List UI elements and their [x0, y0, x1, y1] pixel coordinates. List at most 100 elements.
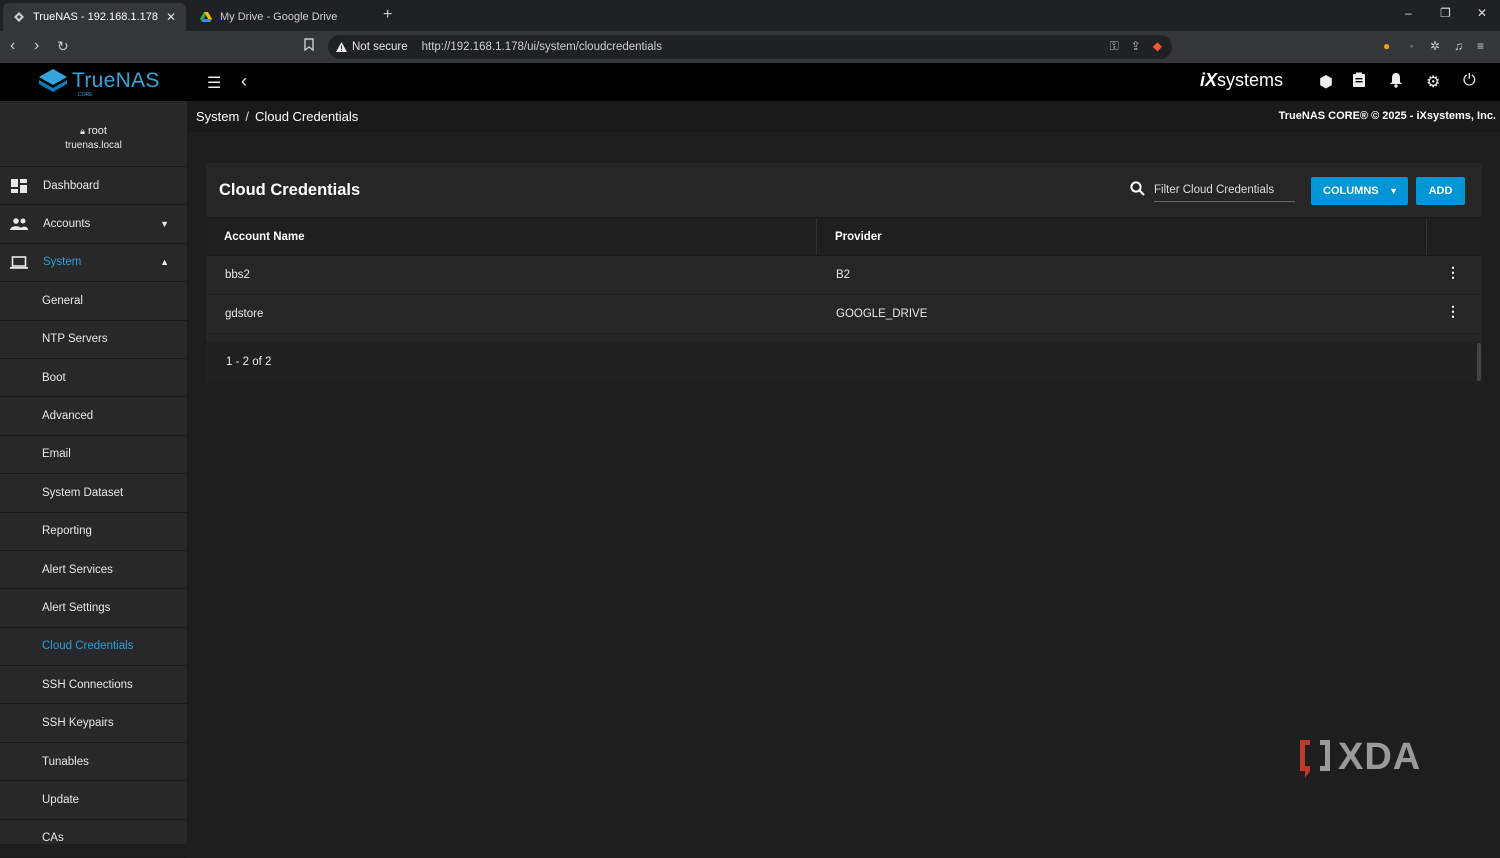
forward-arrow-icon[interactable]: ›: [34, 37, 39, 55]
sidebar-subitem-reporting[interactable]: Reporting: [0, 513, 187, 551]
url-text[interactable]: http://192.168.1.178/ui/system/cloudcred…: [422, 41, 662, 53]
warning-icon: [336, 42, 347, 52]
sidebar-subitem-label: Email: [42, 448, 71, 461]
sidebar-subitem-label: Alert Settings: [42, 601, 111, 614]
cell-account-name: gdstore: [225, 308, 264, 320]
sidebar-subitem-ssh-connections[interactable]: SSH Connections: [0, 666, 187, 705]
extension-icon[interactable]: ●: [1383, 39, 1390, 53]
sidebar-subitem-label: SSH Keypairs: [42, 717, 114, 730]
sidebar-subitem-general[interactable]: General: [0, 282, 187, 321]
cloud-credentials-card: Cloud Credentials Filter Cloud Credentia…: [206, 163, 1482, 383]
security-indicator[interactable]: Not secure: [336, 41, 408, 53]
sidebar-item-dashboard[interactable]: Dashboard: [0, 167, 187, 206]
puzzle-icon[interactable]: ✲: [1430, 39, 1440, 53]
pagination-summary: 1 - 2 of 2: [206, 341, 1482, 383]
table-row[interactable]: bbs2 B2 ⋮: [206, 256, 1482, 295]
browser-menu-icon[interactable]: ≡: [1477, 39, 1484, 53]
vendor-text: systems: [1217, 70, 1284, 90]
dropdown-arrow-icon: ▼: [1389, 186, 1398, 196]
sidebar-subitem-cas[interactable]: CAs: [0, 820, 187, 858]
media-icon[interactable]: ♫: [1454, 39, 1463, 53]
back-arrow-icon[interactable]: ‹: [10, 37, 15, 55]
page-title: Cloud Credentials: [219, 181, 361, 199]
sidebar-subitem-label: System Dataset: [42, 486, 124, 499]
breadcrumb-current: Cloud Credentials: [254, 109, 359, 124]
breadcrumb-system[interactable]: System: [196, 109, 239, 124]
search-icon: [1130, 181, 1145, 201]
table-row[interactable]: gdstore GOOGLE_DRIVE ⋮: [206, 295, 1482, 334]
sidebar-subitem-tunables[interactable]: Tunables: [0, 743, 187, 782]
user-info: 🔒︎ root truenas.local: [0, 101, 187, 167]
sidebar-subitem-label: Cloud Credentials: [42, 640, 134, 653]
sidebar-subitem-alert-services[interactable]: Alert Services: [0, 551, 187, 590]
sidebar-subitem-label: Alert Services: [42, 563, 113, 576]
browser-toolbar: ‹ › ↻ Not secure http://192.168.1.178/ui…: [0, 31, 1500, 63]
truenas-logo[interactable]: TrueNAS CORE: [38, 68, 160, 98]
cell-provider: B2: [836, 269, 851, 281]
sidebar-subitem-boot[interactable]: Boot: [0, 359, 187, 398]
logo-subtext: CORE: [78, 92, 93, 98]
sidebar-subitem-label: Boot: [42, 371, 66, 384]
tab-title: My Drive - Google Drive: [220, 11, 338, 23]
sidebar-subitem-advanced[interactable]: Advanced: [0, 397, 187, 436]
username: root: [87, 125, 107, 137]
settings-gear-icon[interactable]: ⚙: [1426, 72, 1440, 92]
collapse-sidebar-icon[interactable]: ‹: [241, 71, 247, 92]
sidebar-subitem-label: Update: [42, 793, 80, 806]
tab-close-icon[interactable]: ✕: [166, 10, 176, 24]
reload-icon[interactable]: ↻: [57, 38, 69, 55]
browser-tab-google-drive[interactable]: My Drive - Google Drive: [190, 3, 373, 31]
sidebar-item-system[interactable]: System ▲: [0, 244, 187, 283]
sidebar: 🔒︎ root truenas.local Dashboard Accounts…: [0, 101, 187, 858]
app-header: TrueNAS CORE ☰ ‹ iXsystems ⬢ ⚙ ⏻: [0, 63, 1500, 101]
watermark-text: XDA: [1338, 736, 1422, 778]
add-button[interactable]: ADD: [1416, 177, 1465, 205]
hamburger-menu-icon[interactable]: ☰: [207, 73, 221, 93]
sidebar-subitem-cloud-credentials[interactable]: Cloud Credentials: [0, 628, 187, 667]
key-icon[interactable]: ⚿: [1110, 39, 1119, 54]
bookmark-icon[interactable]: [304, 38, 314, 54]
google-drive-favicon-icon: [200, 11, 212, 23]
column-header-provider[interactable]: Provider: [817, 218, 1427, 255]
sidebar-item-label: System: [43, 256, 82, 269]
columns-button[interactable]: COLUMNS ▼: [1311, 177, 1408, 205]
row-actions-icon[interactable]: ⋮: [1446, 265, 1460, 279]
restore-button[interactable]: ❐: [1440, 6, 1451, 20]
browser-tab-truenas[interactable]: TrueNAS - 192.168.1.178 ✕: [3, 3, 186, 31]
window-close-button[interactable]: ✕: [1477, 6, 1487, 20]
columns-button-label: COLUMNS: [1323, 185, 1379, 197]
sidebar-subitem-update[interactable]: Update: [0, 781, 187, 820]
column-header-account-name[interactable]: Account Name: [206, 218, 817, 255]
brave-shield-icon[interactable]: ◆: [1153, 39, 1162, 54]
sidebar-subitem-alert-settings[interactable]: Alert Settings: [0, 589, 187, 628]
ixsystems-logo[interactable]: iXsystems: [1200, 70, 1283, 91]
row-actions-icon[interactable]: ⋮: [1446, 304, 1460, 318]
breadcrumb-bar: System / Cloud Credentials TrueNAS CORE® ©…: [187, 101, 1500, 132]
card-header: Cloud Credentials Filter Cloud Credentia…: [206, 163, 1482, 218]
share-icon[interactable]: ⇪: [1131, 39, 1141, 54]
extension-badge-icon[interactable]: ◦: [1410, 41, 1413, 51]
sidebar-subitem-label: Advanced: [42, 410, 94, 423]
laptop-icon: [10, 256, 28, 269]
truecommand-icon[interactable]: ⬢: [1319, 72, 1333, 92]
dashboard-icon: [10, 178, 28, 193]
power-icon[interactable]: ⏻: [1463, 72, 1476, 90]
breadcrumb: System / Cloud Credentials: [196, 109, 358, 124]
security-label: Not secure: [352, 41, 408, 53]
truenas-mark-icon: [39, 69, 67, 92]
scrollbar[interactable]: [1477, 343, 1481, 381]
sidebar-subitem-email[interactable]: Email: [0, 436, 187, 475]
tab-title: TrueNAS - 192.168.1.178: [33, 11, 158, 23]
minimize-button[interactable]: –: [1405, 6, 1412, 20]
notifications-bell-icon[interactable]: [1389, 72, 1403, 93]
sidebar-subitem-ssh-keypairs[interactable]: SSH Keypairs: [0, 704, 187, 743]
sidebar-item-accounts[interactable]: Accounts ▼: [0, 205, 187, 244]
sidebar-subitem-system-dataset[interactable]: System Dataset: [0, 474, 187, 513]
task-manager-icon[interactable]: [1352, 72, 1366, 93]
new-tab-button[interactable]: +: [383, 6, 392, 24]
filter-input[interactable]: Filter Cloud Credentials: [1154, 180, 1295, 202]
sidebar-subitem-ntp-servers[interactable]: NTP Servers: [0, 321, 187, 359]
address-bar[interactable]: Not secure http://192.168.1.178/ui/syste…: [328, 35, 1172, 59]
people-icon: [10, 218, 28, 231]
browser-tab-bar: TrueNAS - 192.168.1.178 ✕ My Drive - Goo…: [0, 0, 1500, 31]
